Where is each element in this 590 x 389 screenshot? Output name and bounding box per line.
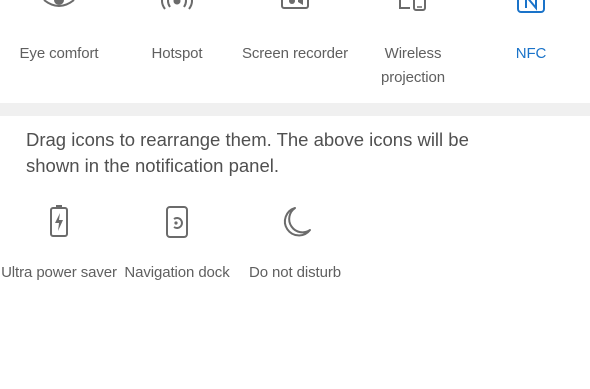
battery-saver-icon [50, 205, 68, 237]
tile-label: Screen recorder [241, 45, 349, 62]
navigation-dock-icon [166, 206, 188, 238]
tile-label: Wireless projection [380, 45, 446, 86]
section-divider [0, 103, 590, 116]
tile-wireless-projection[interactable]: Wireless projection [354, 0, 472, 100]
tile-do-not-disturb[interactable]: Do not disturb [236, 200, 354, 310]
tile-ultra-power-saver[interactable]: Ultra power saver [0, 200, 118, 310]
tile-navigation-dock[interactable]: Navigation dock [118, 200, 236, 310]
nfc-icon [517, 0, 545, 13]
wireless-projection-icon [399, 0, 426, 11]
tile-nfc[interactable]: NFC [472, 0, 590, 100]
tile-eye-comfort[interactable]: Eye comfort [0, 0, 118, 100]
tile-label: Ultra power saver [1, 264, 117, 281]
active-tiles-section: Eye comfort Hotspot Screen recorder Wire… [0, 0, 590, 103]
tile-label: Hotspot [151, 45, 203, 62]
moon-icon [283, 207, 311, 237]
rearrange-hint: Drag icons to rearrange them. The above … [26, 129, 469, 176]
tile-label: Eye comfort [19, 45, 99, 62]
eye-icon [43, 0, 75, 7]
tile-label: Navigation dock [124, 264, 230, 281]
tile-hotspot[interactable]: Hotspot [118, 0, 236, 100]
tile-label: NFC [515, 45, 547, 62]
hotspot-icon [161, 0, 193, 10]
screen-recorder-icon [281, 0, 309, 9]
tile-screen-recorder[interactable]: Screen recorder [236, 0, 354, 100]
tile-label: Do not disturb [249, 264, 341, 281]
